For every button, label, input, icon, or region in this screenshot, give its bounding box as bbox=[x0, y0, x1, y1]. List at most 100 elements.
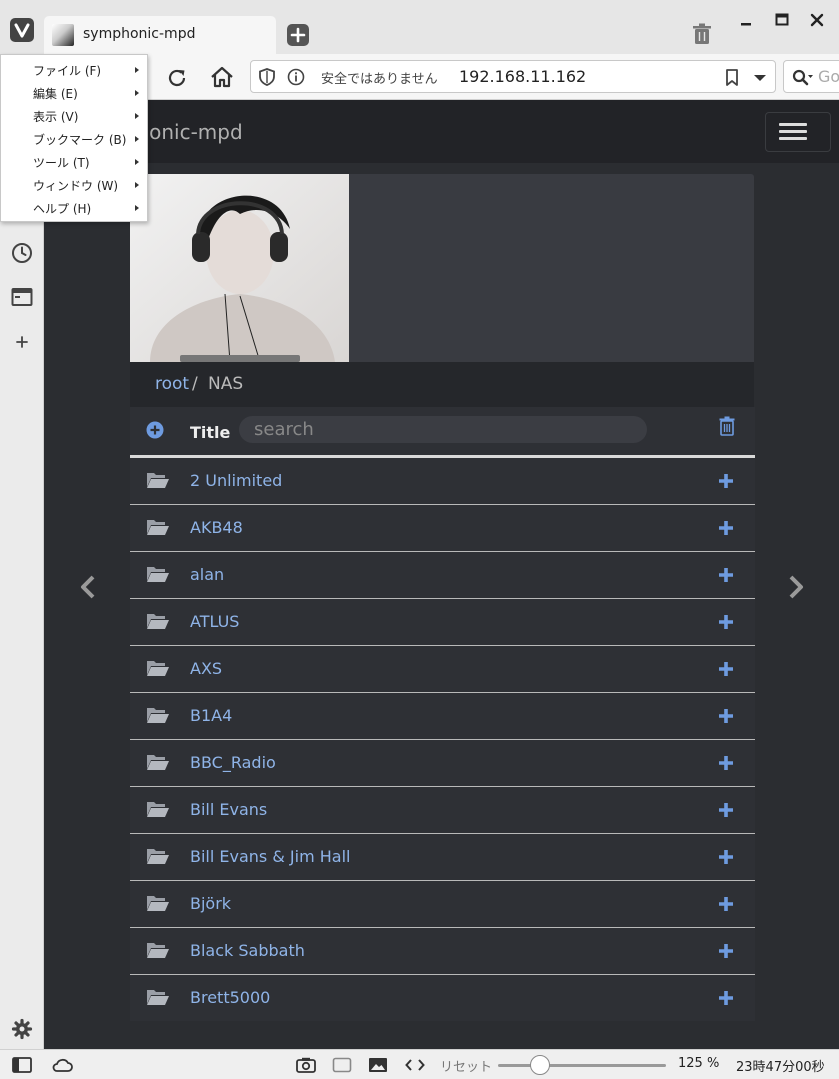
clock: 23時47分00秒 bbox=[736, 1060, 825, 1075]
close-window-button[interactable] bbox=[805, 8, 829, 32]
hamburger-menu-button[interactable] bbox=[765, 112, 831, 152]
menu-item[interactable]: ブックマーク (B) bbox=[1, 128, 147, 151]
add-to-playlist-button[interactable] bbox=[717, 707, 735, 725]
browser-tab-bar: symphonic-mpd bbox=[0, 0, 839, 54]
url-text[interactable]: 192.168.11.162 bbox=[459, 67, 586, 86]
folder-name[interactable]: Björk bbox=[190, 894, 231, 913]
folder-row[interactable]: Brett5000 bbox=[130, 975, 755, 1021]
folder-row[interactable]: BBC_Radio bbox=[130, 740, 755, 787]
folder-name[interactable]: Bill Evans & Jim Hall bbox=[190, 847, 350, 866]
add-to-playlist-button[interactable] bbox=[717, 519, 735, 537]
folder-name[interactable]: Bill Evans bbox=[190, 800, 267, 819]
folder-open-icon bbox=[146, 706, 170, 724]
add-to-playlist-button[interactable] bbox=[717, 989, 735, 1007]
menu-item[interactable]: 編集 (E) bbox=[1, 82, 147, 105]
minimize-button[interactable] bbox=[734, 8, 758, 32]
menu-item[interactable]: ファイル (F) bbox=[1, 59, 147, 82]
folder-name[interactable]: AXS bbox=[190, 659, 222, 678]
info-icon[interactable] bbox=[287, 68, 305, 86]
zoom-slider-handle[interactable] bbox=[530, 1055, 550, 1075]
add-to-playlist-button[interactable] bbox=[717, 801, 735, 819]
toggle-panel-button[interactable] bbox=[12, 1057, 32, 1073]
folder-row[interactable]: AXS bbox=[130, 646, 755, 693]
list-header-title[interactable]: Title bbox=[190, 423, 230, 442]
folder-row[interactable]: 2 Unlimited bbox=[130, 458, 755, 505]
plus-icon bbox=[719, 709, 733, 723]
menu-item[interactable]: 表示 (V) bbox=[1, 105, 147, 128]
zoom-level: 125 % bbox=[678, 1056, 720, 1071]
plus-icon bbox=[16, 336, 28, 348]
submenu-arrow-icon bbox=[135, 136, 139, 142]
bookmark-button[interactable] bbox=[725, 69, 739, 86]
new-tab-button[interactable] bbox=[287, 24, 309, 46]
folder-row[interactable]: alan bbox=[130, 552, 755, 599]
clear-list-button[interactable] bbox=[719, 416, 735, 436]
menu-item-label: 表示 (V) bbox=[33, 110, 79, 124]
add-web-panel-button[interactable] bbox=[11, 331, 33, 353]
search-engine-field[interactable]: Go bbox=[783, 60, 839, 93]
vivaldi-menu-button[interactable] bbox=[10, 18, 34, 42]
folder-row[interactable]: Bill Evans bbox=[130, 787, 755, 834]
add-to-playlist-button[interactable] bbox=[717, 942, 735, 960]
folder-open-icon bbox=[146, 518, 170, 536]
hamburger-line bbox=[779, 123, 807, 126]
folder-name[interactable]: BBC_Radio bbox=[190, 753, 276, 772]
album-art[interactable] bbox=[130, 174, 349, 362]
folder-row[interactable]: Bill Evans & Jim Hall bbox=[130, 834, 755, 881]
maximize-button[interactable] bbox=[770, 8, 794, 32]
folder-open-icon bbox=[146, 471, 170, 489]
folder-name[interactable]: Brett5000 bbox=[190, 988, 270, 1007]
settings-button[interactable] bbox=[11, 1018, 33, 1040]
shield-icon[interactable] bbox=[259, 68, 275, 86]
capture-button[interactable] bbox=[296, 1057, 316, 1073]
reload-icon bbox=[168, 69, 186, 87]
folder-name[interactable]: 2 Unlimited bbox=[190, 471, 282, 490]
next-page-button[interactable] bbox=[788, 575, 804, 599]
folder-row[interactable]: AKB48 bbox=[130, 505, 755, 552]
add-to-playlist-button[interactable] bbox=[717, 754, 735, 772]
zoom-slider[interactable] bbox=[498, 1064, 666, 1067]
plus-circle-icon bbox=[146, 421, 164, 439]
camera-icon bbox=[296, 1057, 316, 1073]
page-actions-button[interactable] bbox=[405, 1057, 425, 1073]
library-card: root / NAS Title 2 Unlimited AKB48 alan ATL… bbox=[130, 174, 755, 1021]
folder-name[interactable]: Black Sabbath bbox=[190, 941, 305, 960]
menu-item[interactable]: ツール (T) bbox=[1, 151, 147, 174]
browser-tab[interactable]: symphonic-mpd bbox=[44, 16, 276, 54]
folder-name[interactable]: B1A4 bbox=[190, 706, 232, 725]
menu-item[interactable]: ヘルプ (H) bbox=[1, 197, 147, 220]
url-field[interactable]: 安全ではありません 192.168.11.162 bbox=[250, 60, 776, 93]
closed-tabs-button[interactable] bbox=[692, 23, 712, 45]
window-panel-button[interactable] bbox=[11, 287, 33, 307]
breadcrumb-root-link[interactable]: root bbox=[155, 374, 189, 394]
list-search-input[interactable] bbox=[239, 416, 647, 443]
menu-item-label: 編集 (E) bbox=[33, 87, 78, 101]
folder-row[interactable]: Black Sabbath bbox=[130, 928, 755, 975]
folder-name[interactable]: alan bbox=[190, 565, 224, 584]
add-to-playlist-button[interactable] bbox=[717, 613, 735, 631]
folder-row[interactable]: ATLUS bbox=[130, 599, 755, 646]
sync-status-button[interactable] bbox=[51, 1057, 73, 1073]
history-panel-button[interactable] bbox=[11, 242, 33, 264]
add-to-playlist-button[interactable] bbox=[717, 848, 735, 866]
folder-row[interactable]: Björk bbox=[130, 881, 755, 928]
tiling-button[interactable] bbox=[332, 1057, 352, 1073]
folder-name[interactable]: ATLUS bbox=[190, 612, 239, 631]
add-to-playlist-button[interactable] bbox=[717, 472, 735, 490]
images-toggle-button[interactable] bbox=[368, 1057, 388, 1073]
previous-page-button[interactable] bbox=[80, 575, 96, 599]
folder-row[interactable]: B1A4 bbox=[130, 693, 755, 740]
url-history-dropdown[interactable] bbox=[753, 73, 767, 83]
home-button[interactable] bbox=[209, 65, 235, 89]
zoom-reset-button[interactable]: リセット bbox=[440, 1056, 492, 1075]
add-all-button[interactable] bbox=[146, 421, 164, 439]
reload-button[interactable] bbox=[165, 66, 189, 90]
breadcrumb-current: NAS bbox=[208, 374, 244, 394]
add-to-playlist-button[interactable] bbox=[717, 660, 735, 678]
folder-name[interactable]: AKB48 bbox=[190, 518, 243, 537]
add-to-playlist-button[interactable] bbox=[717, 895, 735, 913]
menu-item[interactable]: ウィンドウ (W) bbox=[1, 174, 147, 197]
album-progress-bar[interactable] bbox=[180, 355, 300, 362]
code-icon bbox=[405, 1059, 425, 1071]
add-to-playlist-button[interactable] bbox=[717, 566, 735, 584]
